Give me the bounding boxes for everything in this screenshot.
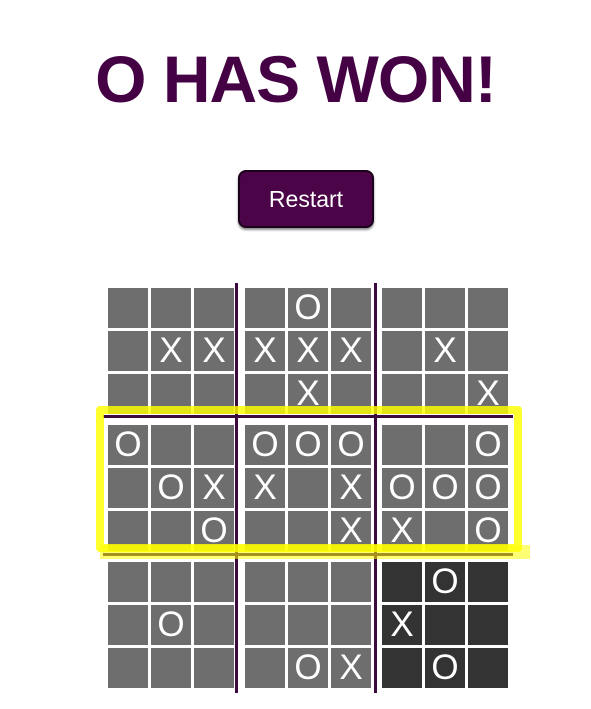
board-cell[interactable]: O bbox=[331, 425, 371, 465]
board-cell[interactable]: O bbox=[194, 511, 234, 551]
board-cell[interactable] bbox=[382, 288, 422, 328]
board-cell[interactable] bbox=[331, 374, 371, 414]
board-cell[interactable] bbox=[425, 605, 465, 645]
board-cell[interactable] bbox=[288, 468, 328, 508]
board-cell[interactable]: O bbox=[468, 468, 508, 508]
board-divider-vertical-2 bbox=[374, 283, 377, 693]
board-cell[interactable]: O bbox=[108, 425, 148, 465]
board-cell[interactable]: X bbox=[245, 468, 285, 508]
board-cell[interactable] bbox=[468, 288, 508, 328]
board-cell[interactable] bbox=[151, 425, 191, 465]
sub-board-0-0: XX bbox=[108, 288, 234, 414]
board-cell[interactable] bbox=[245, 605, 285, 645]
board-cell[interactable] bbox=[151, 648, 191, 688]
board-cell[interactable] bbox=[194, 425, 234, 465]
board-cell[interactable]: O bbox=[425, 648, 465, 688]
board-cell[interactable]: O bbox=[425, 562, 465, 602]
board-cell[interactable]: X bbox=[331, 331, 371, 371]
sub-board-0-2: XX bbox=[382, 288, 508, 414]
board-cell[interactable] bbox=[382, 331, 422, 371]
board-cell[interactable] bbox=[382, 374, 422, 414]
board-cell[interactable]: X bbox=[288, 374, 328, 414]
board-cell[interactable]: O bbox=[468, 511, 508, 551]
board-divider-horizontal-2 bbox=[103, 553, 513, 556]
board-cell[interactable] bbox=[151, 562, 191, 602]
board-cell[interactable] bbox=[331, 562, 371, 602]
board-cell[interactable] bbox=[425, 288, 465, 328]
board-cell[interactable] bbox=[425, 511, 465, 551]
sub-board-1-0: OOXO bbox=[108, 425, 234, 551]
board-cell[interactable] bbox=[288, 562, 328, 602]
board-divider-vertical-1 bbox=[235, 283, 238, 693]
board-cell[interactable] bbox=[108, 605, 148, 645]
board-cell[interactable]: O bbox=[245, 425, 285, 465]
board-cell[interactable]: X bbox=[468, 374, 508, 414]
board-cell[interactable]: X bbox=[331, 511, 371, 551]
board-cell[interactable] bbox=[151, 511, 191, 551]
board-cell[interactable]: O bbox=[151, 468, 191, 508]
board-cell[interactable]: X bbox=[194, 468, 234, 508]
board-cell[interactable] bbox=[108, 288, 148, 328]
board-cell[interactable] bbox=[382, 425, 422, 465]
board-cell[interactable]: X bbox=[382, 511, 422, 551]
board-cell[interactable]: X bbox=[288, 331, 328, 371]
board-cell[interactable]: O bbox=[288, 648, 328, 688]
board-cell[interactable] bbox=[194, 562, 234, 602]
board-cell[interactable] bbox=[245, 648, 285, 688]
board-cell[interactable]: X bbox=[331, 648, 371, 688]
board-cell[interactable] bbox=[468, 562, 508, 602]
board-cell[interactable] bbox=[151, 288, 191, 328]
board-cell[interactable] bbox=[194, 648, 234, 688]
board-cell[interactable] bbox=[194, 288, 234, 328]
board-cell[interactable]: X bbox=[331, 468, 371, 508]
sub-board-2-2: OXO bbox=[382, 562, 508, 688]
board-cell[interactable] bbox=[288, 511, 328, 551]
board-cell[interactable]: X bbox=[194, 331, 234, 371]
board-cell[interactable] bbox=[245, 511, 285, 551]
board-cell[interactable]: O bbox=[425, 468, 465, 508]
board-cell[interactable] bbox=[382, 562, 422, 602]
board-cell[interactable] bbox=[108, 374, 148, 414]
sub-board-1-2: OOOOXO bbox=[382, 425, 508, 551]
board-cell[interactable] bbox=[108, 562, 148, 602]
board-cell[interactable]: O bbox=[468, 425, 508, 465]
board-cell[interactable] bbox=[108, 511, 148, 551]
board-cell[interactable] bbox=[288, 605, 328, 645]
board-cell[interactable] bbox=[108, 648, 148, 688]
board-cell[interactable]: X bbox=[151, 331, 191, 371]
board-cell[interactable] bbox=[194, 374, 234, 414]
board-cell[interactable] bbox=[194, 605, 234, 645]
board-cell[interactable]: O bbox=[288, 288, 328, 328]
board-cell[interactable] bbox=[108, 331, 148, 371]
board-cell[interactable] bbox=[425, 425, 465, 465]
board-cell[interactable]: O bbox=[288, 425, 328, 465]
sub-board-2-0: O bbox=[108, 562, 234, 688]
restart-button[interactable]: Restart bbox=[238, 170, 374, 228]
ultimate-board: XXOXXXXXXOOXOOOOXXXOOOOXOOOXOXO bbox=[108, 288, 508, 688]
board-cell[interactable] bbox=[382, 648, 422, 688]
board-cell[interactable]: X bbox=[245, 331, 285, 371]
board-divider-horizontal-1 bbox=[103, 415, 513, 418]
sub-board-2-1: OX bbox=[245, 562, 371, 688]
board-cell[interactable] bbox=[108, 468, 148, 508]
sub-board-0-1: OXXXX bbox=[245, 288, 371, 414]
board-cell[interactable] bbox=[331, 288, 371, 328]
board-cell[interactable] bbox=[151, 374, 191, 414]
board-cell[interactable] bbox=[468, 605, 508, 645]
board-cell[interactable]: O bbox=[151, 605, 191, 645]
board-cell[interactable]: O bbox=[382, 468, 422, 508]
board-cell[interactable] bbox=[245, 288, 285, 328]
board-cell[interactable] bbox=[468, 331, 508, 371]
board-cell[interactable] bbox=[468, 648, 508, 688]
board-cell[interactable] bbox=[425, 374, 465, 414]
board-cell[interactable] bbox=[331, 605, 371, 645]
board-cell[interactable] bbox=[245, 562, 285, 602]
board-cell[interactable]: X bbox=[382, 605, 422, 645]
board-cell[interactable]: X bbox=[425, 331, 465, 371]
board-cell[interactable] bbox=[245, 374, 285, 414]
sub-board-1-1: OOOXXX bbox=[245, 425, 371, 551]
win-message-title: O HAS WON! bbox=[95, 42, 497, 116]
